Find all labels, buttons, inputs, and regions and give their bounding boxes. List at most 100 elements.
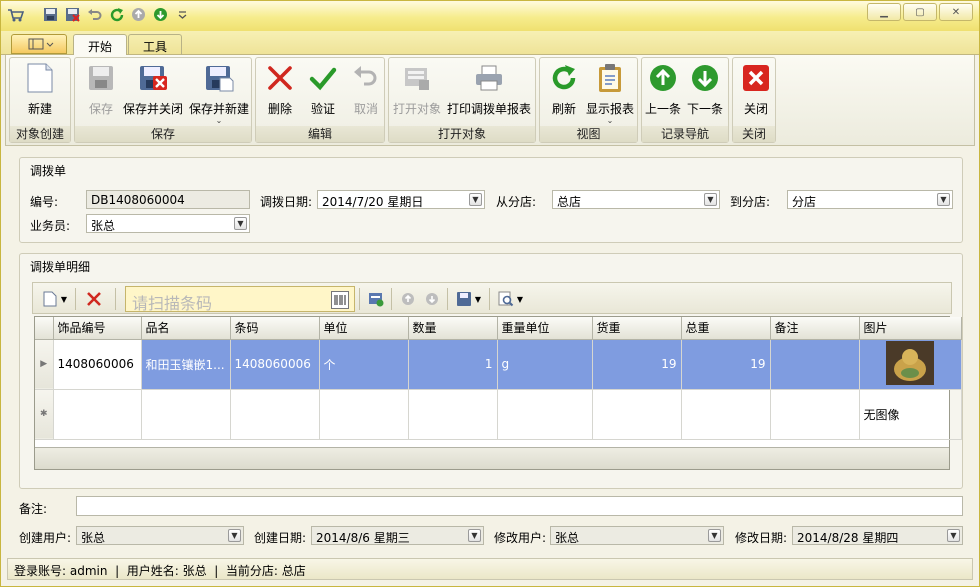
new-row-icon[interactable] bbox=[41, 290, 59, 308]
search-icon[interactable] bbox=[497, 290, 515, 308]
group-label: 打开对象 bbox=[389, 126, 535, 142]
column-header[interactable]: 货重 bbox=[592, 317, 682, 340]
ribbon: 新建 对象创建 保存 保存并关闭 保存并新建 ⌄ 保存 删除 验证 取消 编辑 … bbox=[5, 55, 975, 146]
dropdown-arrow-icon[interactable]: ▼ bbox=[59, 290, 69, 308]
modified-date-field[interactable]: 2014/8/28 星期四 ▼ bbox=[792, 526, 963, 545]
chevron-down-icon[interactable]: ▼ bbox=[704, 193, 717, 206]
product-image bbox=[886, 340, 934, 385]
chevron-down-icon[interactable]: ▼ bbox=[469, 193, 482, 206]
cancel-button[interactable]: 取消 bbox=[350, 62, 382, 117]
column-header[interactable]: 总重 bbox=[681, 317, 771, 340]
cell-unit[interactable]: 个 bbox=[319, 339, 409, 390]
no-image-text[interactable]: 无图像 bbox=[859, 389, 962, 440]
chevron-down-icon: ▼ bbox=[708, 529, 721, 542]
from-store-select[interactable]: 总店 ▼ bbox=[552, 190, 720, 209]
panel-title: 调拨单明细 bbox=[30, 260, 91, 274]
cart-app-icon[interactable] bbox=[7, 6, 24, 23]
group-view: 刷新 显示报表 ⌄ 视图 bbox=[539, 57, 638, 143]
number-field[interactable]: DB1408060004 bbox=[86, 190, 250, 209]
barcode-scan-input[interactable]: 请扫描条码 bbox=[125, 286, 355, 313]
column-header[interactable]: 重量单位 bbox=[497, 317, 593, 340]
to-store-select[interactable]: 分店 ▼ bbox=[787, 190, 953, 209]
barcode-icon[interactable] bbox=[331, 291, 349, 309]
cell-weight-unit[interactable]: g bbox=[497, 339, 593, 390]
down-circle-icon[interactable] bbox=[152, 6, 169, 23]
cell-goods-weight[interactable]: 19 bbox=[592, 339, 682, 390]
validate-button[interactable]: 验证 bbox=[307, 62, 339, 117]
creator-field[interactable]: 张总 ▼ bbox=[76, 526, 244, 545]
next-record-button[interactable]: 下一条 bbox=[687, 62, 723, 117]
print-report-button[interactable]: 打印调拨单报表 bbox=[447, 62, 531, 117]
dropdown-arrow-icon[interactable]: ▼ bbox=[473, 290, 483, 308]
modifier-field[interactable]: 张总 ▼ bbox=[550, 526, 724, 545]
grid-settings-icon[interactable] bbox=[367, 290, 385, 308]
move-down-icon[interactable] bbox=[423, 290, 441, 308]
app-menu-button[interactable] bbox=[11, 34, 67, 54]
down-arrow-icon bbox=[689, 62, 721, 94]
save-layout-icon[interactable] bbox=[455, 290, 473, 308]
created-date-field[interactable]: 2014/8/6 星期三 ▼ bbox=[311, 526, 484, 545]
move-up-icon[interactable] bbox=[399, 290, 417, 308]
refresh-button[interactable]: 刷新 bbox=[548, 62, 580, 117]
cell-note[interactable] bbox=[770, 339, 860, 390]
column-header[interactable]: 条码 bbox=[230, 317, 320, 340]
refresh-icon[interactable] bbox=[108, 6, 125, 23]
delete-x-icon bbox=[264, 62, 296, 94]
save-close-icon[interactable] bbox=[64, 6, 81, 23]
refresh-icon bbox=[548, 62, 580, 94]
dropdown-arrow-icon[interactable]: ▼ bbox=[515, 290, 525, 308]
note-field[interactable] bbox=[76, 496, 963, 516]
delete-button[interactable]: 删除 bbox=[264, 62, 296, 117]
open-object-icon bbox=[401, 62, 433, 94]
group-label: 视图 bbox=[540, 126, 637, 142]
cell-name[interactable]: 和田玉镶嵌1... bbox=[141, 339, 231, 390]
tab-tools[interactable]: 工具 bbox=[128, 34, 183, 55]
table-row[interactable]: ▶ 1408060006 和田玉镶嵌1... 1408060006 个 1 g … bbox=[35, 339, 962, 390]
customize-qat-icon[interactable] bbox=[174, 6, 191, 23]
column-header[interactable]: 图片 bbox=[859, 317, 962, 340]
save-new-button[interactable]: 保存并新建 ⌄ bbox=[189, 62, 249, 125]
transfer-date-field[interactable]: 2014/7/20 星期日 ▼ bbox=[317, 190, 485, 209]
chevron-down-icon[interactable]: ▼ bbox=[234, 217, 247, 230]
save-icon[interactable] bbox=[42, 6, 59, 23]
previous-record-button[interactable]: 上一条 bbox=[645, 62, 681, 117]
tab-start[interactable]: 开始 bbox=[73, 34, 128, 56]
new-button[interactable]: 新建 bbox=[24, 62, 56, 117]
save-close-button[interactable]: 保存并关闭 bbox=[123, 62, 183, 117]
up-arrow-icon bbox=[647, 62, 679, 94]
panel-title: 调拨单 bbox=[30, 164, 67, 178]
column-header[interactable]: 品名 bbox=[141, 317, 231, 340]
from-store-label: 从分店: bbox=[496, 195, 537, 209]
salesman-select[interactable]: 张总 ▼ bbox=[86, 214, 250, 233]
cell-qty[interactable]: 1 bbox=[408, 339, 498, 390]
new-row[interactable]: ✱ 无图像 bbox=[35, 389, 962, 440]
save-disk-icon bbox=[85, 62, 117, 94]
open-object-button[interactable]: 打开对象 bbox=[393, 62, 441, 117]
save-button[interactable]: 保存 bbox=[85, 62, 117, 117]
maximize-button[interactable]: ▢ bbox=[903, 3, 937, 21]
delete-row-icon[interactable] bbox=[85, 290, 103, 308]
column-header[interactable]: 饰品编号 bbox=[53, 317, 142, 340]
cell-code[interactable]: 1408060006 bbox=[53, 339, 142, 390]
window-controls: ▁ ▢ ✕ bbox=[867, 3, 973, 21]
minimize-button[interactable]: ▁ bbox=[867, 3, 901, 21]
cell-image[interactable] bbox=[859, 339, 962, 390]
chevron-down-icon[interactable]: ▼ bbox=[937, 193, 950, 206]
undo-icon bbox=[350, 62, 382, 94]
row-indicator-icon[interactable]: ▶ bbox=[35, 339, 54, 390]
column-header[interactable]: 数量 bbox=[408, 317, 498, 340]
show-report-button[interactable]: 显示报表 ⌄ bbox=[586, 62, 634, 125]
status-bar: 登录账号: admin | 用户姓名: 张总 | 当前分店: 总店 bbox=[7, 558, 973, 580]
cell-total-weight[interactable]: 19 bbox=[681, 339, 771, 390]
new-row-indicator-icon[interactable]: ✱ bbox=[35, 389, 54, 440]
undo-icon[interactable] bbox=[86, 6, 103, 23]
group-label: 保存 bbox=[75, 126, 251, 142]
close-button[interactable]: 关闭 bbox=[740, 62, 772, 117]
transfer-header-panel: 调拨单 编号: DB1408060004 调拨日期: 2014/7/20 星期日… bbox=[19, 157, 963, 243]
column-header[interactable]: 单位 bbox=[319, 317, 409, 340]
chevron-down-icon: ▼ bbox=[947, 529, 960, 542]
cell-barcode[interactable]: 1408060006 bbox=[230, 339, 320, 390]
column-header[interactable]: 备注 bbox=[770, 317, 860, 340]
up-circle-icon[interactable] bbox=[130, 6, 147, 23]
close-window-button[interactable]: ✕ bbox=[939, 3, 973, 21]
